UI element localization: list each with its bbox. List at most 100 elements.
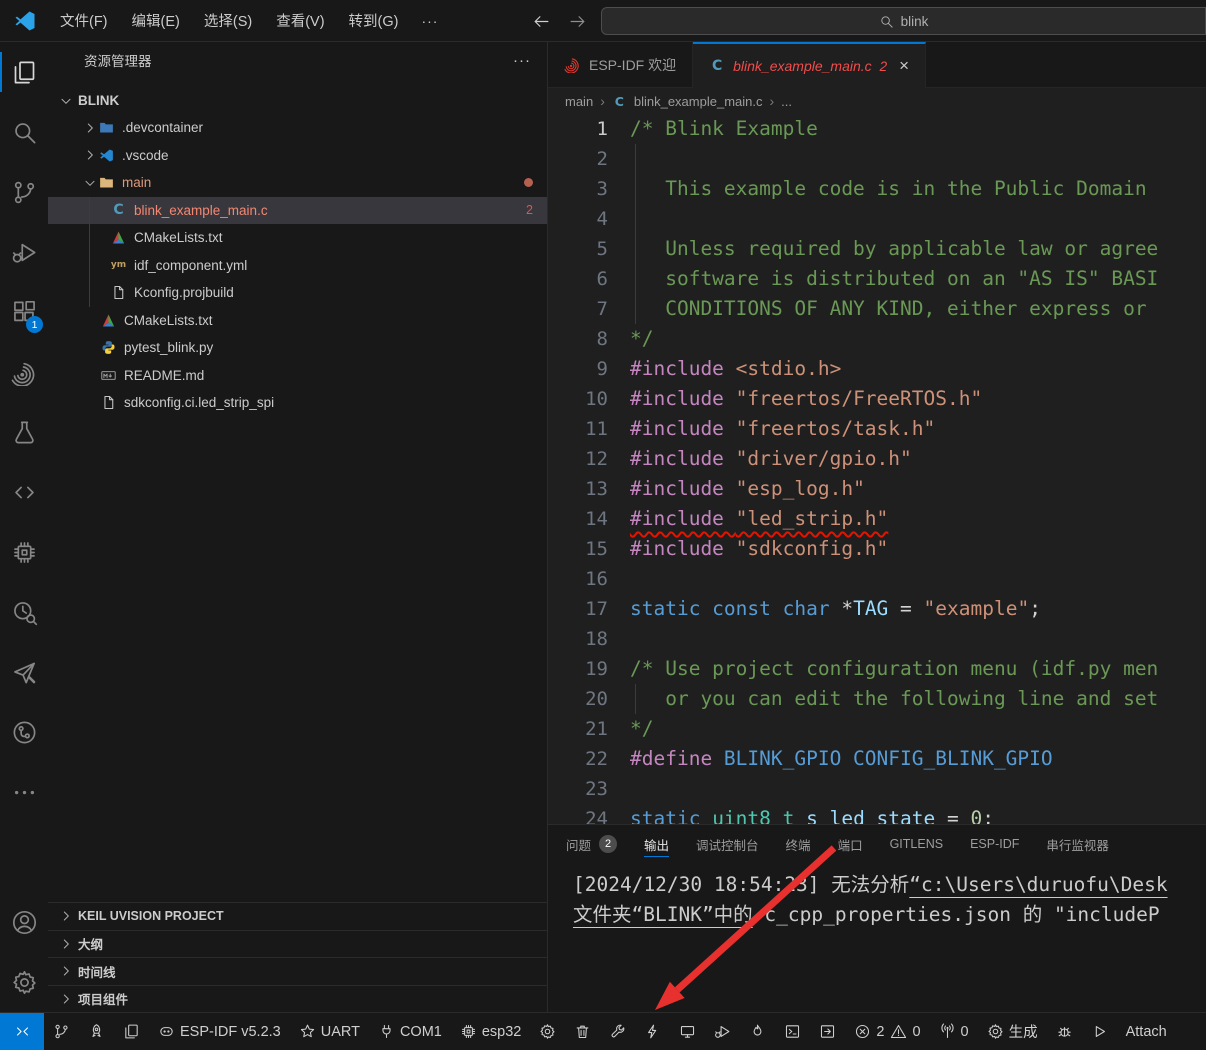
- panel-tab-端口[interactable]: 端口: [838, 825, 863, 863]
- status-problems[interactable]: 20: [845, 1013, 929, 1050]
- tab-blink_example_main-c[interactable]: Cblink_example_main.c2×: [693, 42, 926, 88]
- activitybar-run-debug[interactable]: [0, 222, 48, 282]
- activity-bar: 1: [0, 42, 48, 1012]
- status-flash-method[interactable]: UART: [290, 1013, 369, 1050]
- sidebar-more-actions[interactable]: ···: [513, 52, 531, 69]
- plane-wrench-icon: [11, 659, 38, 686]
- activitybar-serial-history[interactable]: [0, 582, 48, 642]
- nav-forward-button[interactable]: [564, 8, 590, 34]
- tree-item[interactable]: pytest_blink.py: [48, 334, 547, 362]
- tree-root-blink[interactable]: BLINK: [48, 87, 547, 114]
- activitybar-esp-tools[interactable]: [0, 642, 48, 702]
- menu-e[interactable]: 编辑(E): [121, 6, 191, 35]
- activitybar-explorer[interactable]: [0, 42, 48, 102]
- activitybar-extensions[interactable]: 1: [0, 282, 48, 342]
- tree-item-label: README.md: [124, 368, 204, 383]
- panel-tab-label: 端口: [838, 835, 863, 854]
- tree-item[interactable]: .devcontainer: [48, 114, 547, 142]
- activitybar-test-explorer[interactable]: [0, 402, 48, 462]
- panel-tab-输出[interactable]: 输出: [644, 825, 669, 863]
- output-console[interactable]: [2024/12/30 18:54:23] 无法分析“c:\Users\duru…: [548, 863, 1206, 930]
- code-editor[interactable]: 1/* Blink Example2 3 This example code i…: [548, 114, 1206, 824]
- status-git-graph[interactable]: [44, 1013, 79, 1050]
- breadcrumb-item[interactable]: ...: [781, 94, 792, 109]
- activitybar-more-views[interactable]: [0, 762, 48, 822]
- antenna-icon: [939, 1023, 956, 1040]
- output-link[interactable]: “c:\Users\duruofu\Desk: [909, 873, 1167, 896]
- status-debug-bug[interactable]: [1047, 1013, 1082, 1050]
- activitybar-gitlens[interactable]: [0, 702, 48, 762]
- status-flash-device[interactable]: [635, 1013, 670, 1050]
- tree-item[interactable]: main: [48, 169, 547, 197]
- menu-s[interactable]: 选择(S): [193, 6, 263, 35]
- line-number: 1: [548, 114, 608, 144]
- panel-tab-终端[interactable]: 终端: [786, 825, 811, 863]
- status-run[interactable]: [1082, 1013, 1117, 1050]
- menu-f[interactable]: 文件(F): [49, 6, 119, 35]
- menu-g[interactable]: 转到(G): [338, 6, 410, 35]
- activitybar-esp-idf-explorer[interactable]: [0, 342, 48, 402]
- tree-item[interactable]: CMakeLists.txt: [48, 307, 547, 335]
- menu-v[interactable]: 查看(V): [265, 6, 335, 35]
- section-项目组件[interactable]: 项目组件: [48, 985, 547, 1013]
- status-debug-device[interactable]: [705, 1013, 740, 1050]
- badge: 1: [26, 316, 43, 333]
- status-attach[interactable]: Attach: [1117, 1013, 1176, 1050]
- explorer-sidebar: 资源管理器 ··· BLINK .devcontainer.vscodemain…: [48, 42, 548, 1012]
- debug-icon: [714, 1023, 731, 1040]
- command-center-search[interactable]: blink: [601, 7, 1206, 35]
- panel-tab-esp-idf[interactable]: ESP-IDF: [970, 825, 1019, 863]
- status-build[interactable]: 生成: [978, 1013, 1047, 1050]
- tree-item[interactable]: CMakeLists.txt: [48, 224, 547, 252]
- breadcrumb-item[interactable]: blink_example_main.c: [634, 94, 763, 109]
- activitybar-snippets[interactable]: [0, 462, 48, 522]
- output-link[interactable]: 文件夹“BLINK”中的: [573, 903, 753, 926]
- code-line: 3 This example code is in the Public Dom…: [548, 174, 1206, 204]
- section-大纲[interactable]: 大纲: [48, 930, 547, 958]
- breadcrumb-item[interactable]: main: [565, 94, 593, 109]
- activitybar-search[interactable]: [0, 102, 48, 162]
- activitybar-embedded-tools[interactable]: [0, 522, 48, 582]
- tree-item[interactable]: README.md: [48, 362, 547, 390]
- tree-item[interactable]: .vscode: [48, 142, 547, 170]
- menu-more-button[interactable]: ···: [411, 9, 448, 33]
- tree-item[interactable]: Cblink_example_main.c2: [48, 197, 547, 225]
- status-idf-terminal[interactable]: [775, 1013, 810, 1050]
- status-monitor-device[interactable]: [670, 1013, 705, 1050]
- account-icon: [11, 909, 38, 936]
- indent-guide: [89, 252, 90, 280]
- tree-item[interactable]: ymidf_component.yml: [48, 252, 547, 280]
- status-duplicate[interactable]: [114, 1013, 149, 1050]
- status-remote[interactable]: [0, 1013, 44, 1050]
- status-erase-flash[interactable]: [740, 1013, 775, 1050]
- code-line: 2: [548, 144, 1206, 174]
- nav-back-button[interactable]: [528, 8, 554, 34]
- panel-tab-调试控制台[interactable]: 调试控制台: [696, 825, 759, 863]
- line-number: 18: [548, 624, 608, 654]
- status-esp-idf-version[interactable]: ESP-IDF v5.2.3: [149, 1013, 290, 1050]
- activitybar-accounts[interactable]: [0, 892, 48, 952]
- panel-tab-gitlens[interactable]: GITLENS: [890, 825, 944, 863]
- tree-item[interactable]: Kconfig.projbuild: [48, 279, 547, 307]
- section-时间线[interactable]: 时间线: [48, 957, 547, 985]
- status-full-clean[interactable]: [565, 1013, 600, 1050]
- activitybar-source-control[interactable]: [0, 162, 48, 222]
- line-content: CONDITIONS OF ANY KIND, either express o…: [630, 294, 1158, 324]
- tree-item[interactable]: sdkconfig.ci.led_strip_spi: [48, 389, 547, 417]
- status-platformio-home[interactable]: [79, 1013, 114, 1050]
- status-forwarded-ports[interactable]: 0: [930, 1013, 978, 1050]
- close-icon[interactable]: ×: [899, 56, 909, 76]
- section-keil-uvision-project[interactable]: KEIL UVISION PROJECT: [48, 902, 547, 930]
- panel-tab-问题[interactable]: 问题2: [566, 825, 617, 863]
- status-serial-port[interactable]: COM1: [369, 1013, 451, 1050]
- status-label: ESP-IDF v5.2.3: [180, 1024, 281, 1040]
- status-device-target[interactable]: esp32: [451, 1013, 531, 1050]
- activitybar-settings[interactable]: [0, 952, 48, 1012]
- status-custom-task[interactable]: [600, 1013, 635, 1050]
- tree-item-label: pytest_blink.py: [124, 340, 213, 355]
- breadcrumb[interactable]: main›Cblink_example_main.c›...: [548, 88, 1206, 114]
- panel-tab-串行监视器[interactable]: 串行监视器: [1046, 825, 1109, 863]
- tab-esp-idf-[interactable]: ESP-IDF 欢迎: [548, 42, 693, 87]
- status-new-terminal[interactable]: [810, 1013, 845, 1050]
- status-menuconfig[interactable]: [530, 1013, 565, 1050]
